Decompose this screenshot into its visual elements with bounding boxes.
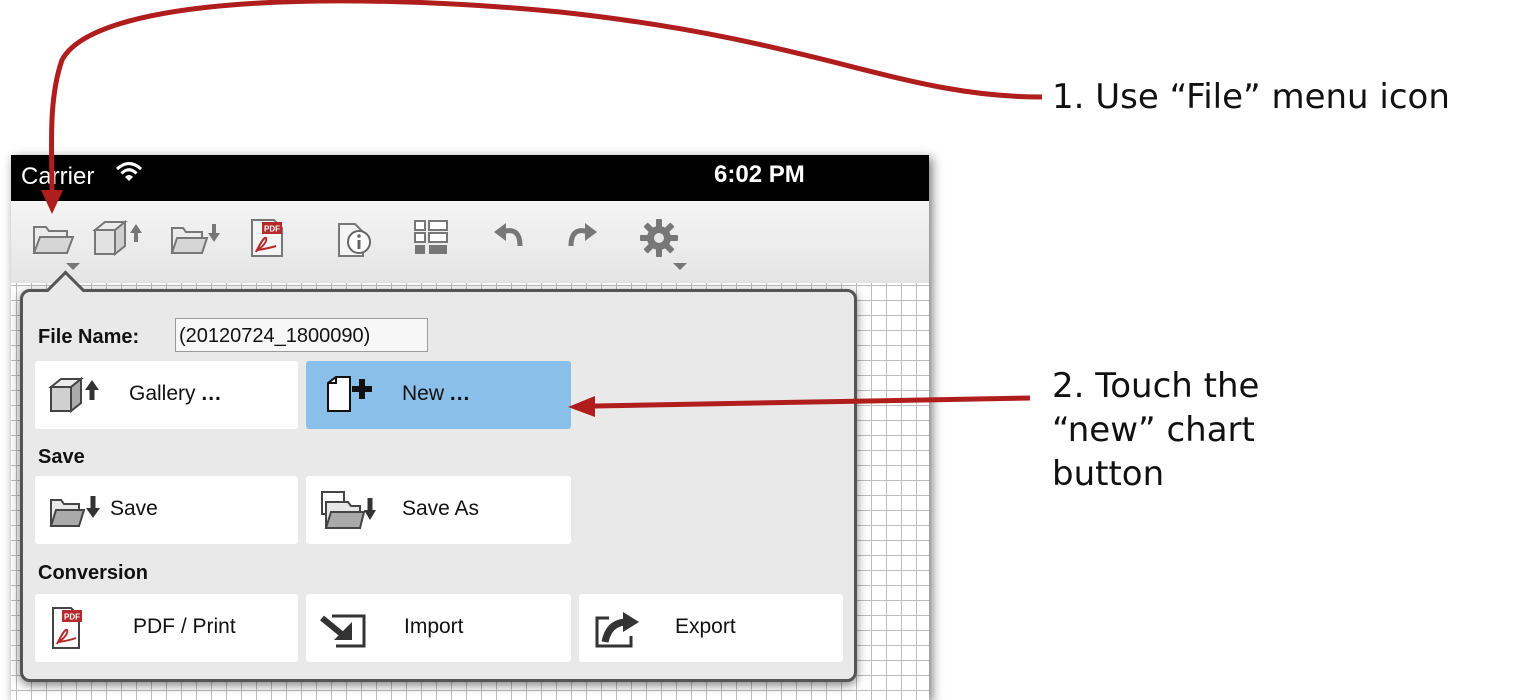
conversion-section-title: Conversion (38, 562, 149, 584)
export-button[interactable]: Export (579, 594, 843, 662)
file-menu-caret-icon (66, 263, 80, 270)
annotation-step-1: 1. Use “File” menu icon (1052, 77, 1450, 117)
folder-open-icon[interactable] (26, 211, 80, 265)
status-bar: Carrier 6:02 PM (11, 155, 929, 201)
folder-save-icon (47, 488, 107, 532)
svg-text:PDF: PDF (264, 225, 280, 234)
new-button[interactable]: New ... (306, 361, 571, 429)
gallery-ellipsis: ... (201, 382, 222, 405)
file-name-label: File Name: (38, 326, 140, 348)
gallery-upload-icon[interactable] (91, 211, 145, 265)
settings-caret-icon (673, 263, 687, 270)
redo-icon[interactable] (554, 211, 608, 265)
save-section-title: Save (38, 446, 85, 468)
save-button[interactable]: Save (35, 476, 298, 544)
svg-text:PDF: PDF (64, 613, 80, 622)
gallery-icon (47, 373, 107, 417)
pdf-icon[interactable]: PDF (239, 211, 293, 265)
annotation-step-2: 2. Touch the “new” chart button (1052, 366, 1260, 494)
wifi-icon (114, 159, 144, 192)
pdf-print-label: PDF / Print (133, 615, 236, 638)
save-as-icon (318, 488, 378, 532)
save-as-button[interactable]: Save As (306, 476, 571, 544)
pdf-print-button[interactable]: PDF PDF / Print (35, 594, 298, 662)
new-ellipsis: ... (449, 382, 471, 405)
list-icon[interactable] (404, 211, 458, 265)
pdf-icon: PDF (47, 606, 107, 650)
save-label: Save (110, 497, 158, 520)
carrier-label: Carrier (21, 163, 95, 190)
gallery-button[interactable]: Gallery ... (35, 361, 298, 429)
gear-icon[interactable] (632, 211, 686, 265)
folder-save-icon[interactable] (169, 211, 223, 265)
gallery-label: Gallery (129, 382, 196, 405)
file-menu-popover: File Name: (20120724_1800090) Gallery ..… (20, 289, 857, 682)
export-label: Export (675, 615, 736, 638)
clock: 6:02 PM (714, 161, 805, 188)
file-name-field[interactable]: (20120724_1800090) (175, 318, 428, 352)
undo-icon[interactable] (483, 211, 537, 265)
import-icon (318, 606, 378, 650)
import-button[interactable]: Import (306, 594, 571, 662)
toolbar: PDF (11, 201, 929, 284)
new-label: New (402, 382, 445, 405)
new-document-icon (318, 373, 378, 417)
import-label: Import (404, 615, 464, 638)
save-as-label: Save As (402, 497, 480, 520)
info-icon[interactable] (326, 211, 380, 265)
export-icon (591, 606, 651, 650)
